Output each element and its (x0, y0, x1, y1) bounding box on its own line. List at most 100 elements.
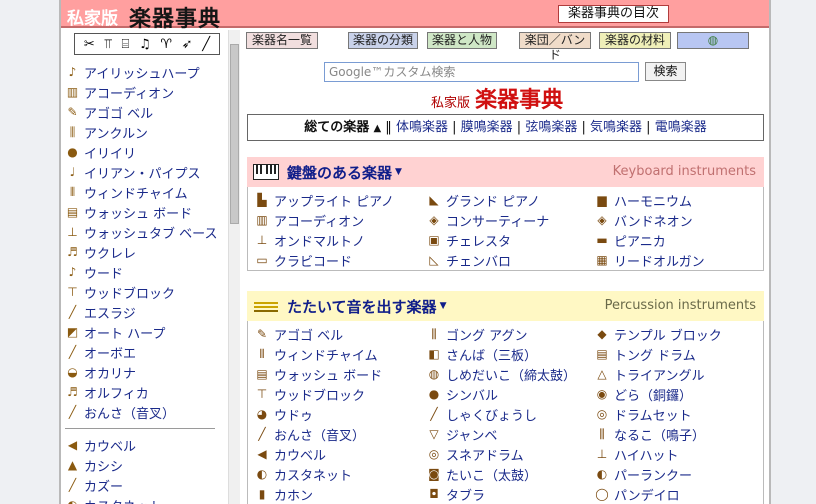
percussion-instrument-link[interactable]: ▮ カホン (254, 484, 426, 504)
keyboard-instrument-link[interactable]: ▦ リードオルガン (594, 250, 764, 270)
percussion-instrument-link[interactable]: ⫼ なるこ（鳴子） (594, 424, 764, 444)
sidebar-list-item[interactable]: ▥ アコーディオン (65, 82, 225, 102)
percussion-instrument-link[interactable]: ◙ たいこ（太鼓） (426, 464, 594, 484)
horn-icon[interactable]: ✂ (84, 37, 95, 52)
site-title[interactable]: 楽器事典 (129, 1, 221, 33)
keyboard-instrument-link[interactable]: ▣ チェレスタ (426, 230, 594, 250)
instrument-label: ウッドブロック (274, 388, 366, 404)
sidebar-list-item[interactable]: ◒ オカリナ (65, 362, 225, 382)
sidebar-list-item[interactable]: ● イリイリ (65, 142, 225, 162)
instrument-icon: ◍ (428, 366, 440, 381)
percussion-instrument-link[interactable]: △ トライアングル (594, 364, 764, 384)
percussion-instrument-link[interactable]: ✎ アゴゴ ベル (254, 324, 426, 344)
sidebar-list-item[interactable]: ╱ カズー (65, 475, 225, 495)
category-membranophones[interactable]: 膜鳴楽器 (461, 120, 513, 135)
sidebar-list-item[interactable]: ◐ カスタネット (65, 495, 225, 504)
tab-classification[interactable]: 楽器の分類 (348, 32, 418, 49)
scrollbar-thumb[interactable] (230, 44, 239, 224)
keyboard-instrument-link[interactable]: ▭ クラビコード (254, 250, 426, 270)
percussion-instrument-link[interactable]: ◆ テンプル ブロック (594, 324, 764, 344)
sidebar-list-item[interactable]: ▤ ウォッシュ ボード (65, 202, 225, 222)
lyre-icon[interactable]: ♈ (160, 37, 172, 52)
flute-icon[interactable]: ╱ (202, 37, 210, 52)
toc-link[interactable]: 楽器事典の目次 (558, 5, 669, 23)
percussion-instrument-link[interactable]: ▽ ジャンベ (426, 424, 594, 444)
chevron-down-icon[interactable]: ▼ (395, 167, 402, 177)
instrument-icon: ⊥ (596, 446, 608, 461)
category-electrophones[interactable]: 電鳴楽器 (655, 120, 707, 135)
percussion-instrument-link[interactable]: ⫴ ウィンドチャイム (254, 344, 426, 364)
percussion-instrument-link[interactable]: ◧ さんば（三板） (426, 344, 594, 364)
percussion-instrument-link[interactable]: ◯ パンデイロ (594, 484, 764, 504)
instrument-icon: ♪ (68, 64, 77, 79)
category-idiophones[interactable]: 体鳴楽器 (396, 120, 448, 135)
percussion-instrument-link[interactable]: ◍ しめだいこ（締太鼓） (426, 364, 594, 384)
percussion-instrument-link[interactable]: ⫼ ゴング アグン (426, 324, 594, 344)
keyboard-instrument-link[interactable]: ◈ バンドネオン (594, 210, 764, 230)
keyboard-instrument-link[interactable]: ◈ コンサーティーナ (426, 210, 594, 230)
chevron-down-icon[interactable]: ▼ (440, 301, 447, 311)
percussion-instrument-link[interactable]: ◀ カウベル (254, 444, 426, 464)
instrument-label: バンドネオン (614, 214, 693, 230)
percussion-instrument-link[interactable]: ⊥ ハイハット (594, 444, 764, 464)
percussion-instrument-link[interactable]: ◕ ウドゥ (254, 404, 426, 424)
percussion-instrument-link[interactable]: ╱ しゃくびょうし (426, 404, 594, 424)
instrument-icon: ♬ (67, 384, 78, 399)
keyboard-instrument-link[interactable]: ▆ ハーモニウム (594, 190, 764, 210)
sidebar-list-item[interactable]: ╱ おんさ（音叉） (65, 402, 225, 422)
percussion-instrument-link[interactable]: ● シンバル (426, 384, 594, 404)
sidebar-list-item[interactable]: ♪ ウード (65, 262, 225, 282)
sidebar-list-item[interactable]: ♪ アイリッシュハープ (65, 62, 225, 82)
instrument-label: なるこ（鳴子） (614, 428, 706, 444)
percussion-instrument-link[interactable]: ╱ おんさ（音叉） (254, 424, 426, 444)
keyboard-instrument-link[interactable]: ▬ ピアニカ (594, 230, 764, 250)
tab-instrument-list[interactable]: 楽器名一覧 (246, 32, 318, 49)
category-chordophones[interactable]: 弦鳴楽器 (525, 120, 577, 135)
sidebar-list-item[interactable]: ♬ オルフィカ (65, 382, 225, 402)
percussion-instrument-link[interactable]: ◎ スネアドラム (426, 444, 594, 464)
sidebar-scrollbar[interactable] (228, 30, 240, 504)
sidebar-list-item[interactable]: ✎ アゴゴ ベル (65, 102, 225, 122)
keyboard-instrument-link[interactable]: ⊥ オンドマルトノ (254, 230, 426, 250)
category-all[interactable]: 総ての楽器 (304, 120, 369, 135)
tab-world-map[interactable]: ◍ (677, 32, 749, 49)
guitar-icon[interactable]: ♫ (139, 37, 151, 52)
instrument-label: ウォッシュ ボード (84, 206, 193, 222)
percussion-instrument-link[interactable]: ◉ どら（銅鑼） (594, 384, 764, 404)
tab-materials[interactable]: 楽器の材料 (599, 32, 671, 49)
keyboard-icon[interactable]: ⌸ (121, 37, 129, 52)
percussion-instrument-link[interactable]: ◎ ドラムセット (594, 404, 764, 424)
sidebar-list-item[interactable]: ▲ カシシ (65, 455, 225, 475)
tab-bands[interactable]: 楽団／バンド (519, 32, 591, 62)
percussion-instrument-link[interactable]: ◘ タブラ (426, 484, 594, 504)
mallets-icon[interactable]: ⫪ (104, 37, 111, 52)
percussion-instrument-link[interactable]: ◐ パーランクー (594, 464, 764, 484)
sidebar-list-item[interactable]: ⫴ ウィンドチャイム (65, 182, 225, 202)
percussion-instrument-link[interactable]: ▤ ウォッシュ ボード (254, 364, 426, 384)
percussion-instrument-link[interactable]: ◐ カスタネット (254, 464, 426, 484)
search-input[interactable]: Google™カスタム検索 (324, 62, 639, 82)
sidebar-list-item[interactable]: ⊥ ウォッシュタブ ベース (65, 222, 225, 242)
sidebar-list-item[interactable]: ◀ カウベル (65, 435, 225, 455)
percussion-panel-title[interactable]: たたいて音を出す楽器 (287, 296, 437, 317)
keyboard-instrument-link[interactable]: ▙ アップライト ピアノ (254, 190, 426, 210)
instrument-label: ハーモニウム (614, 194, 693, 210)
keyboard-instrument-link[interactable]: ▥ アコーディオン (254, 210, 426, 230)
sidebar-list-item[interactable]: ╱ エスラジ (65, 302, 225, 322)
sidebar-list-item[interactable]: ♬ ウクレレ (65, 242, 225, 262)
sidebar-list-item[interactable]: ◩ オート ハープ (65, 322, 225, 342)
sidebar-category-icons: ✂ ⫪ ⌸ ♫ ♈ ➶ ╱ (74, 33, 220, 55)
percussion-instrument-link[interactable]: ⊤ ウッドブロック (254, 384, 426, 404)
sidebar-list-item[interactable]: ⊤ ウッドブロック (65, 282, 225, 302)
keyboard-instrument-link[interactable]: ◺ チェンバロ (426, 250, 594, 270)
horn-brass-icon[interactable]: ➶ (182, 37, 193, 52)
search-button[interactable]: 検索 (645, 62, 686, 81)
category-aerophones[interactable]: 気鳴楽器 (590, 120, 642, 135)
sidebar-list-item[interactable]: ╱ オーボエ (65, 342, 225, 362)
sidebar-list-item[interactable]: ⫼ アンクルン (65, 122, 225, 142)
sidebar-list-item[interactable]: ♩ イリアン・パイプス (65, 162, 225, 182)
tab-people[interactable]: 楽器と人物 (427, 32, 497, 49)
keyboard-panel-title[interactable]: 鍵盤のある楽器 (287, 162, 392, 183)
keyboard-instrument-link[interactable]: ◣ グランド ピアノ (426, 190, 594, 210)
percussion-instrument-link[interactable]: ▤ トング ドラム (594, 344, 764, 364)
